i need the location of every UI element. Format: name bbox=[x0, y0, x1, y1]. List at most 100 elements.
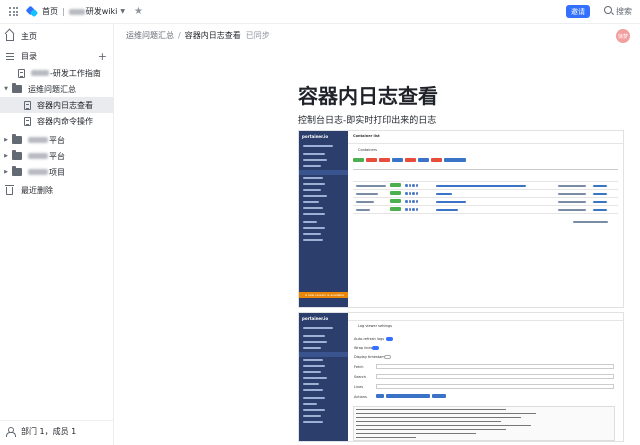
table-cell bbox=[593, 209, 607, 211]
portainer-nav-item bbox=[303, 347, 321, 349]
fetch-select[interactable] bbox=[376, 364, 614, 369]
status-badge bbox=[390, 199, 401, 203]
space-dropdown-icon[interactable]: ▼ bbox=[120, 8, 125, 15]
portainer-log-viewer-screenshot: portainer.io Log viewer settings Auto-re… bbox=[298, 312, 624, 442]
expand-arrow-icon[interactable]: ▶ bbox=[2, 169, 10, 175]
lines-field[interactable] bbox=[376, 384, 614, 389]
sidebar-toc-header[interactable]: 目录 + bbox=[0, 48, 114, 64]
sidebar-item-label: 平台 bbox=[28, 135, 65, 146]
quick-actions bbox=[405, 192, 418, 195]
portainer-nav-item bbox=[303, 183, 325, 185]
log-output bbox=[353, 406, 615, 441]
sidebar-toc-label: 目录 bbox=[21, 51, 37, 61]
person-icon bbox=[6, 427, 16, 437]
sidebar-trash-label: 最近删除 bbox=[21, 185, 53, 195]
table-cell bbox=[436, 193, 452, 195]
auto-refresh-toggle[interactable] bbox=[386, 337, 393, 341]
invite-button[interactable]: 邀请 bbox=[566, 5, 590, 18]
add-page-icon[interactable]: + bbox=[98, 50, 107, 63]
space-name[interactable]: 研发wiki bbox=[68, 6, 117, 17]
portainer-nav-item bbox=[303, 207, 323, 209]
setting-label: Actions bbox=[354, 395, 367, 399]
search-label[interactable]: 搜索 bbox=[616, 6, 632, 17]
portainer-nav-item bbox=[303, 195, 327, 197]
sidebar-item-log-view[interactable]: 容器内日志查看 bbox=[0, 97, 114, 113]
portainer-update-banner: A new version is available bbox=[299, 292, 348, 298]
sidebar-item-label: 容器内日志查看 bbox=[37, 100, 93, 110]
document-icon bbox=[18, 68, 25, 78]
setting-label: Wrap lines bbox=[354, 346, 373, 350]
portainer-nav-item bbox=[303, 359, 323, 361]
portainer-nav-item bbox=[303, 397, 325, 399]
trash-icon bbox=[5, 185, 14, 195]
table-row-line bbox=[353, 213, 618, 214]
portainer-nav-item bbox=[303, 409, 325, 411]
quick-actions bbox=[405, 208, 418, 211]
search-icon[interactable] bbox=[604, 6, 612, 14]
sidebar-members[interactable]: 部门 1，成员 1 bbox=[0, 423, 114, 439]
redacted-text bbox=[31, 70, 49, 76]
page-title: 容器内日志查看 bbox=[298, 84, 438, 108]
portainer-nav-item bbox=[303, 227, 325, 229]
portainer-nav-item bbox=[303, 145, 333, 147]
breadcrumb-separator: | bbox=[62, 7, 65, 16]
collapse-arrow-icon[interactable]: ▼ bbox=[2, 86, 10, 92]
document-icon bbox=[24, 116, 31, 126]
document-icon bbox=[24, 100, 31, 110]
sidebar-item-guide[interactable]: -研发工作指南 bbox=[0, 65, 114, 81]
table-cell bbox=[558, 209, 586, 211]
table-cell bbox=[356, 185, 386, 187]
breadcrumb-parent-link[interactable]: 运维问题汇总 bbox=[126, 30, 174, 41]
table-cell bbox=[593, 185, 607, 187]
sidebar-item-project[interactable]: ▶ 项目 bbox=[0, 164, 114, 180]
portainer-nav-item bbox=[303, 415, 321, 417]
portainer-nav-item bbox=[303, 201, 319, 203]
search-field[interactable] bbox=[376, 374, 614, 379]
sidebar-item-label: 项目 bbox=[28, 167, 65, 178]
app-logo-icon[interactable] bbox=[27, 6, 38, 17]
redacted-text bbox=[28, 169, 48, 175]
setting-label: Fetch bbox=[354, 365, 364, 369]
portainer-nav-item bbox=[303, 377, 327, 379]
sidebar-item-platform-2[interactable]: ▶ 平台 bbox=[0, 148, 114, 164]
expand-arrow-icon[interactable]: ▶ bbox=[2, 137, 10, 143]
sidebar-home[interactable]: 主页 bbox=[0, 28, 114, 44]
sidebar-divider bbox=[0, 420, 114, 421]
timestamps-toggle[interactable] bbox=[384, 355, 391, 359]
sidebar-item-label: 平台 bbox=[28, 151, 65, 162]
breadcrumb-current: 容器内日志查看 bbox=[184, 31, 241, 40]
top-home-link[interactable]: 首页 bbox=[42, 6, 58, 17]
status-badge bbox=[390, 207, 401, 211]
table-row-line bbox=[353, 197, 618, 198]
setting-label: Auto-refresh logs bbox=[354, 337, 385, 341]
sidebar-item-command[interactable]: 容器内命令操作 bbox=[0, 113, 114, 129]
setting-label: Lines bbox=[354, 385, 364, 389]
list-icon bbox=[6, 52, 14, 60]
app-grid-icon[interactable] bbox=[9, 7, 18, 16]
sidebar-item-platform-1[interactable]: ▶ 平台 bbox=[0, 132, 114, 148]
divider bbox=[348, 143, 623, 144]
table-cell bbox=[356, 201, 374, 203]
portainer-nav-active bbox=[299, 170, 348, 175]
status-badge bbox=[390, 183, 401, 187]
home-icon bbox=[6, 34, 14, 41]
favorite-star-icon[interactable]: ★ bbox=[134, 6, 143, 17]
portainer-panel-title: Container list bbox=[353, 134, 380, 138]
portainer-nav-item bbox=[303, 371, 321, 373]
portainer-container-list-screenshot: portainer.io A new version is available … bbox=[298, 130, 624, 308]
portainer-section-title: Containers bbox=[358, 148, 377, 152]
folder-icon bbox=[12, 150, 22, 160]
portainer-action-buttons bbox=[353, 158, 466, 162]
breadcrumb: 运维问题汇总 / 容器内日志查看 已同步 bbox=[126, 30, 270, 41]
table-cell bbox=[558, 185, 586, 187]
table-cell bbox=[558, 201, 586, 203]
expand-arrow-icon[interactable]: ▶ bbox=[2, 153, 10, 159]
sidebar-item-ops[interactable]: ▼ 运维问题汇总 bbox=[0, 81, 114, 97]
top-bar: 首页 | 研发wiki ▼ ★ bbox=[0, 0, 640, 24]
portainer-nav-active bbox=[299, 352, 348, 357]
redacted-text bbox=[68, 8, 85, 15]
sidebar-trash[interactable]: 最近删除 bbox=[0, 182, 114, 198]
avatar[interactable]: 徐梦 bbox=[616, 29, 630, 43]
wrap-lines-toggle[interactable] bbox=[372, 346, 379, 350]
portainer-nav-item bbox=[303, 153, 325, 155]
